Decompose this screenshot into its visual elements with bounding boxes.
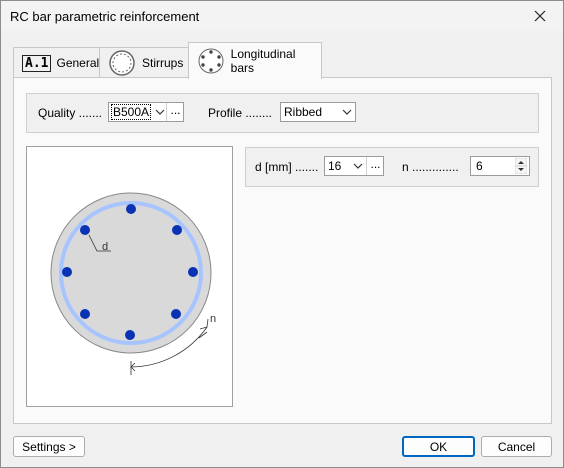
rebar: [171, 309, 181, 319]
bar-parameters-group: d [mm] ....... 16 ... n .............. 6: [245, 147, 539, 187]
quality-select[interactable]: B500A ...: [108, 102, 184, 122]
rebar: [125, 330, 135, 340]
tab-stirrups[interactable]: Stirrups: [99, 47, 190, 78]
title-bar: RC bar parametric reinforcement: [1, 1, 563, 31]
diameter-value: 16: [328, 159, 342, 173]
tab-longitudinal[interactable]: Longitudinal bars: [188, 42, 322, 79]
section-preview: d n: [26, 146, 233, 407]
tab-longitudinal-label: Longitudinal bars: [230, 47, 296, 75]
close-icon: [534, 10, 546, 22]
diameter-select[interactable]: 16 ...: [324, 156, 384, 176]
profile-value: Ribbed: [284, 105, 323, 119]
diameter-label: d [mm] .......: [255, 160, 319, 174]
spinner-arrows-icon[interactable]: [515, 158, 527, 174]
count-label: n ..............: [402, 160, 459, 174]
ok-button[interactable]: OK: [402, 436, 475, 457]
quality-value: B500A: [110, 104, 152, 120]
window-title: RC bar parametric reinforcement: [10, 9, 200, 24]
quality-more-button[interactable]: ...: [166, 103, 184, 121]
stirrup-ring-icon: [109, 50, 135, 76]
rebar: [188, 267, 198, 277]
d-label: d: [102, 241, 108, 253]
cancel-button[interactable]: Cancel: [481, 436, 552, 457]
a1-icon: A.1: [22, 54, 52, 72]
chevron-down-icon: [155, 109, 165, 115]
rebar: [80, 309, 90, 319]
n-label: n: [210, 313, 216, 325]
settings-button[interactable]: Settings >: [13, 436, 85, 457]
close-button[interactable]: [517, 1, 563, 31]
rebar: [172, 225, 182, 235]
count-value: 6: [476, 159, 483, 173]
material-group: Quality ....... B500A ... Profile ......…: [26, 93, 539, 133]
tab-general-label: General: [56, 56, 100, 70]
bar-ring-icon: [198, 48, 224, 74]
profile-label: Profile ........: [208, 106, 273, 120]
tab-stirrups-label: Stirrups: [142, 56, 184, 70]
rebar: [62, 267, 72, 277]
concrete-section: [50, 192, 212, 354]
quality-label: Quality .......: [38, 106, 103, 120]
chevron-down-icon: [353, 163, 363, 169]
rebar: [80, 225, 90, 235]
diameter-more-button[interactable]: ...: [366, 157, 384, 175]
chevron-down-icon: [342, 109, 352, 115]
rebar: [126, 204, 136, 214]
tab-general[interactable]: A.1 General: [13, 47, 101, 78]
section-drawing: d n: [50, 192, 216, 375]
dialog-window: RC bar parametric reinforcement A.1 Gene…: [0, 0, 564, 468]
profile-select[interactable]: Ribbed: [280, 102, 356, 122]
count-spinner[interactable]: 6: [470, 156, 530, 176]
